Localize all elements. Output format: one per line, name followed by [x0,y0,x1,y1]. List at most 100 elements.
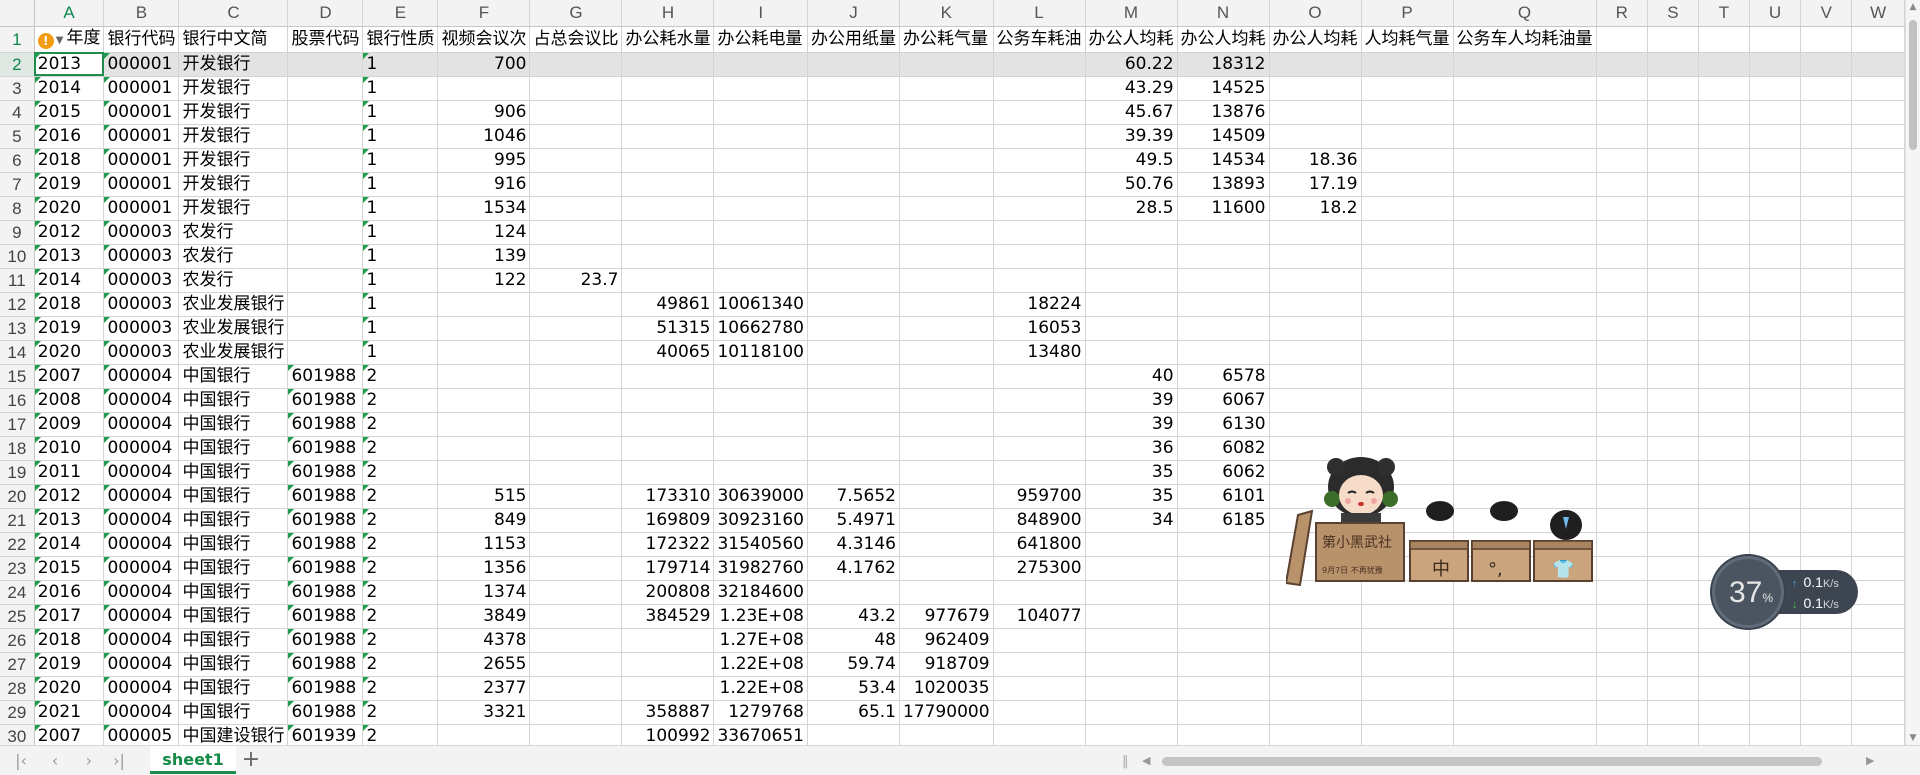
row-number[interactable]: 11 [0,268,35,293]
cell[interactable]: 1153 [437,532,531,557]
cell[interactable]: 000001 [103,196,180,221]
cell[interactable] [1453,196,1597,221]
cell[interactable] [1177,580,1270,605]
column-header-c[interactable]: C [178,0,289,27]
cell[interactable] [529,532,623,557]
cell[interactable] [1361,196,1454,221]
cell[interactable]: 2018 [34,628,105,653]
cell[interactable] [807,76,900,101]
cell[interactable]: 1374 [437,580,531,605]
cell[interactable] [1177,604,1270,629]
cell[interactable]: 13893 [1177,172,1270,197]
cell[interactable] [1085,220,1178,245]
cell[interactable] [1647,652,1700,677]
cell[interactable] [713,52,808,77]
cell[interactable] [1596,172,1648,197]
cell[interactable] [899,124,994,149]
cell[interactable]: 农业发展银行 [178,316,289,341]
cell[interactable] [1698,436,1750,461]
cell[interactable] [807,460,900,485]
cell[interactable] [899,724,994,745]
cell[interactable]: 开发银行 [178,172,289,197]
cell[interactable]: 2 [362,700,439,725]
cell[interactable] [1647,172,1700,197]
cell[interactable]: 1 [362,196,439,221]
cell[interactable]: 45.67 [1085,100,1178,125]
cell[interactable] [993,460,1086,485]
cell[interactable] [899,220,994,245]
warning-icon[interactable]: ! [37,32,54,49]
cell[interactable]: 4.3146 [807,532,900,557]
row-number[interactable]: 10 [0,244,35,269]
cell[interactable]: 1534 [437,196,531,221]
cell[interactable] [529,340,623,365]
cell[interactable]: 601988 [287,580,364,605]
cell[interactable] [1596,700,1648,725]
cell[interactable] [1453,388,1597,413]
row-number[interactable]: 28 [0,676,35,701]
cell[interactable] [993,52,1086,77]
cell[interactable] [437,364,531,389]
row-number[interactable]: 23 [0,556,35,581]
cell[interactable]: 2 [362,724,439,745]
cell[interactable] [899,436,994,461]
cell[interactable]: 31982760 [713,556,808,581]
cell[interactable]: 962409 [899,628,994,653]
cell[interactable] [1800,52,1853,77]
cell[interactable] [1361,292,1454,317]
cell[interactable] [713,244,808,269]
cell[interactable]: 3321 [437,700,531,725]
cell[interactable] [1800,484,1853,509]
cell[interactable]: 000004 [103,676,180,701]
cell[interactable]: 000004 [103,460,180,485]
cell[interactable] [1596,628,1648,653]
cell[interactable] [993,268,1086,293]
row-number[interactable]: 3 [0,76,35,101]
column-header-j[interactable]: J [807,0,900,27]
cell[interactable]: 2020 [34,340,105,365]
cell[interactable]: 1279768 [713,700,808,725]
cell[interactable] [1800,676,1853,701]
cell[interactable] [1361,220,1454,245]
scroll-up-icon[interactable]: ▲ [1906,0,1920,14]
cell[interactable]: 2655 [437,652,531,677]
cell[interactable] [807,196,900,221]
cell[interactable]: 34 [1085,508,1178,533]
cell[interactable] [1647,268,1700,293]
cell[interactable] [1851,292,1905,317]
cell[interactable] [1800,388,1853,413]
cell[interactable]: 2007 [34,364,105,389]
cell[interactable] [807,388,900,413]
cell[interactable] [1800,292,1853,317]
row-number[interactable]: 30 [0,724,35,745]
cell[interactable]: 5.4971 [807,508,900,533]
cell[interactable]: 2013 [34,508,105,533]
cell[interactable] [1596,268,1648,293]
cell[interactable] [1698,76,1750,101]
cell[interactable] [1269,244,1362,269]
cell[interactable] [1800,724,1853,745]
cell[interactable] [437,436,531,461]
header-cell[interactable]: 银行性质 [362,26,439,53]
cell[interactable] [529,580,623,605]
cell[interactable] [1749,484,1802,509]
sheet-table[interactable]: ABCDEFGHIJKLMNOPQRSTUVW 1! ▼ 年度 银行代码 银行中文简 股票… [0,0,1905,745]
column-header-a[interactable]: A [34,0,105,27]
row-number[interactable]: 19 [0,460,35,485]
cell[interactable] [1800,412,1853,437]
cell[interactable] [807,268,900,293]
cell[interactable] [1698,628,1750,653]
cell[interactable]: 601988 [287,388,364,413]
cell[interactable] [1698,220,1750,245]
cell[interactable]: 601988 [287,556,364,581]
cell[interactable] [1749,220,1802,245]
cell[interactable] [1851,700,1905,725]
cell[interactable]: 中国银行 [178,556,289,581]
cell[interactable] [1698,124,1750,149]
cell[interactable] [1453,628,1597,653]
cell[interactable] [287,316,364,341]
cell[interactable] [1698,148,1750,173]
cell[interactable]: 2007 [34,724,105,745]
cell[interactable] [621,244,715,269]
cell[interactable] [807,340,900,365]
